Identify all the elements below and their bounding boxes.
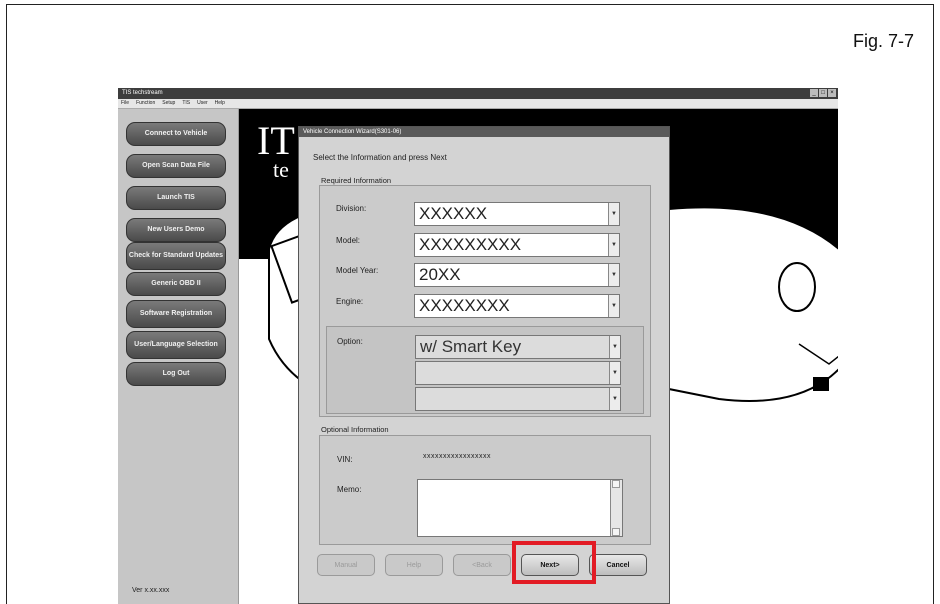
user-language-selection-button[interactable]: User/Language Selection: [126, 331, 226, 359]
menu-user[interactable]: User: [197, 99, 208, 108]
required-info-group: Division: XXXXXX ▼ Model: XXXXXXXXX ▼ Mo…: [319, 185, 651, 417]
model-value: XXXXXXXXX: [419, 235, 522, 254]
cancel-button[interactable]: Cancel: [589, 554, 647, 576]
model-year-select[interactable]: 20XX ▼: [414, 263, 620, 287]
menu-tis[interactable]: TIS: [182, 99, 190, 108]
dialog-title: Vehicle Connection Wizard(S301-06): [299, 127, 669, 137]
dropdown-arrow-icon[interactable]: ▼: [608, 295, 619, 317]
dropdown-arrow-icon[interactable]: ▼: [608, 234, 619, 256]
app-title: TIS techstream: [122, 90, 163, 96]
dropdown-arrow-icon[interactable]: ▼: [609, 362, 620, 384]
version-label: Ver x.xx.xxx: [132, 587, 170, 594]
back-button[interactable]: <Back: [453, 554, 511, 576]
vin-label: VIN:: [337, 455, 353, 464]
option-select-1[interactable]: w/ Smart Key ▼: [415, 335, 621, 359]
menu-help[interactable]: Help: [215, 99, 225, 108]
memo-textarea[interactable]: [417, 479, 623, 537]
dropdown-arrow-icon[interactable]: ▼: [608, 264, 619, 286]
dialog-instruction: Select the Information and press Next: [313, 153, 447, 162]
required-info-label: Required Information: [321, 176, 392, 185]
close-button[interactable]: ×: [828, 89, 836, 97]
launch-tis-button[interactable]: Launch TIS: [126, 186, 226, 210]
connect-to-vehicle-button[interactable]: Connect to Vehicle: [126, 122, 226, 146]
app-titlebar: TIS techstream _ □ ×: [118, 88, 838, 99]
vehicle-connection-wizard: Vehicle Connection Wizard(S301-06) Selec…: [298, 126, 670, 604]
next-button-highlight: [512, 541, 596, 584]
engine-value: XXXXXXXX: [419, 296, 510, 315]
division-select[interactable]: XXXXXX ▼: [414, 202, 620, 226]
optional-info-label: Optional Information: [321, 425, 389, 434]
menu-setup[interactable]: Setup: [162, 99, 175, 108]
memo-label: Memo:: [337, 485, 362, 494]
dropdown-arrow-icon[interactable]: ▼: [608, 203, 619, 225]
window-controls: _ □ ×: [810, 89, 836, 97]
division-value: XXXXXX: [419, 204, 488, 223]
car-body-shape: [668, 206, 838, 402]
option-subgroup: Option: w/ Smart Key ▼ ▼ ▼: [326, 326, 644, 414]
menu-file[interactable]: File: [121, 99, 129, 108]
maximize-button[interactable]: □: [819, 89, 827, 97]
dropdown-arrow-icon[interactable]: ▼: [609, 336, 620, 358]
sidebar: Connect to Vehicle Open Scan Data File L…: [118, 109, 239, 604]
engine-label: Engine:: [336, 297, 364, 306]
figure-label: Fig. 7-7: [852, 31, 914, 51]
scroll-up-icon[interactable]: [612, 480, 620, 488]
manual-button[interactable]: Manual: [317, 554, 375, 576]
help-button[interactable]: Help: [385, 554, 443, 576]
division-label: Division:: [336, 204, 367, 213]
car-wheel-shape: [778, 262, 816, 312]
engine-select[interactable]: XXXXXXXX ▼: [414, 294, 620, 318]
model-label: Model:: [336, 236, 361, 245]
generic-obd-ii-button[interactable]: Generic OBD II: [126, 272, 226, 296]
memo-scrollbar[interactable]: [610, 480, 622, 536]
model-year-label: Model Year:: [336, 266, 379, 275]
dropdown-arrow-icon[interactable]: ▼: [609, 388, 620, 410]
minimize-button[interactable]: _: [810, 89, 818, 97]
option-select-2[interactable]: ▼: [415, 361, 621, 385]
new-users-demo-button[interactable]: New Users Demo: [126, 218, 226, 242]
option-label: Option:: [337, 337, 363, 346]
menu-function[interactable]: Function: [136, 99, 155, 108]
model-year-value: 20XX: [419, 265, 461, 284]
option-select-3[interactable]: ▼: [415, 387, 621, 411]
scroll-down-icon[interactable]: [612, 528, 620, 536]
option-value-1: w/ Smart Key: [420, 337, 522, 356]
connector-shape: [813, 377, 829, 391]
vin-value: xxxxxxxxxxxxxxxxx: [423, 453, 491, 460]
software-registration-button[interactable]: Software Registration: [126, 300, 226, 328]
log-out-button[interactable]: Log Out: [126, 362, 226, 386]
check-for-updates-button[interactable]: Check for Standard Updates: [126, 242, 226, 270]
open-scan-data-file-button[interactable]: Open Scan Data File: [126, 154, 226, 178]
menu-bar: File Function Setup TIS User Help: [118, 99, 838, 109]
model-select[interactable]: XXXXXXXXX ▼: [414, 233, 620, 257]
